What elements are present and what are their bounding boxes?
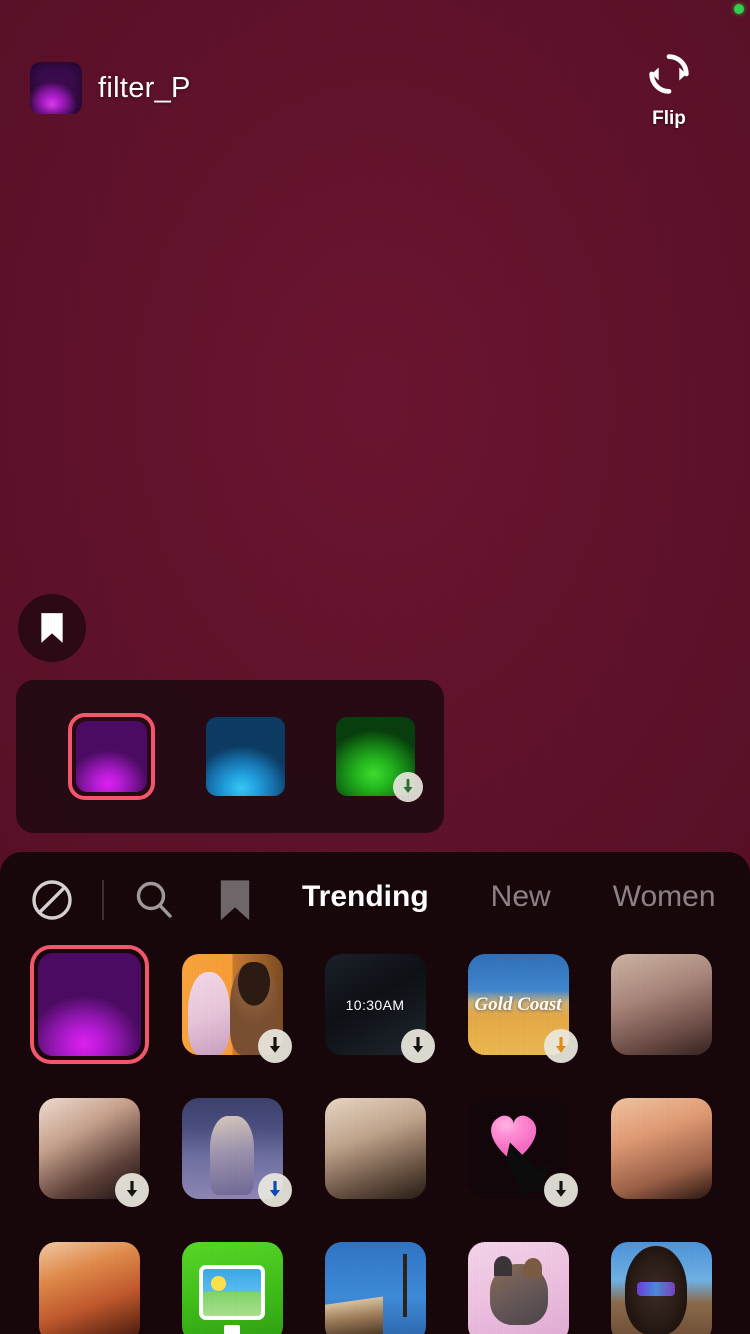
grid-cell: [161, 1098, 304, 1207]
filter-carousel[interactable]: [16, 680, 444, 833]
grid-cell: Gold Coast: [447, 954, 590, 1063]
carousel-item-blue-filter[interactable]: [206, 717, 285, 796]
filter-lake[interactable]: [181, 1098, 292, 1207]
filter-thumb: [467, 1242, 569, 1334]
grid-cell: [18, 945, 161, 1064]
filter-portrait-2[interactable]: [38, 1098, 149, 1207]
grid-cell: [304, 1242, 447, 1334]
filter-curly[interactable]: [610, 1242, 712, 1334]
grid-cell: [304, 1098, 447, 1199]
filter-palm[interactable]: [324, 1242, 426, 1334]
tab-new[interactable]: New: [491, 880, 551, 920]
grid-cell: [447, 1098, 590, 1207]
frame-stand: [223, 1324, 241, 1334]
filter-thumb: [324, 1242, 426, 1334]
current-filter-info[interactable]: filter_P: [30, 62, 191, 114]
filter-tabbar: Trending New Women: [0, 852, 750, 948]
filter-memoji[interactable]: [181, 954, 292, 1063]
download-badge[interactable]: [257, 1029, 292, 1063]
carousel-thumb: [76, 721, 147, 792]
filter-thumb: [37, 953, 141, 1056]
filter-thumb: [324, 1098, 426, 1199]
save-filter-button[interactable]: [18, 594, 86, 662]
filter-label-time: 10:30AM: [345, 996, 405, 1013]
camera-filter-screen: filter_P Flip Trending New Women 10:30AM…: [0, 0, 750, 1334]
filter-thumb: [610, 1098, 712, 1199]
download-badge[interactable]: [400, 1029, 435, 1063]
filter-browser-sheet: Trending New Women 10:30AM Gold Coast: [0, 852, 750, 1334]
filter-clock[interactable]: 10:30AM: [324, 954, 435, 1063]
download-badge[interactable]: [543, 1029, 578, 1063]
magnifier-icon: [136, 881, 172, 918]
tabbar-divider: [102, 880, 104, 920]
download-arrow-icon: [126, 1181, 137, 1197]
grid-cell: [161, 1242, 304, 1334]
filter-grid: 10:30AM Gold Coast: [0, 945, 750, 1334]
filter-thumb: [610, 954, 712, 1055]
tab-women[interactable]: Women: [613, 880, 716, 920]
download-arrow-icon: [555, 1181, 566, 1197]
filter-portrait-1[interactable]: [610, 954, 712, 1055]
category-tabs: Trending New Women: [302, 880, 750, 920]
download-arrow-icon: [555, 1037, 566, 1053]
carousel-item-green-filter[interactable]: [336, 717, 423, 802]
download-arrow-icon: [269, 1181, 280, 1197]
filter-label-goldcoast: Gold Coast: [474, 993, 562, 1015]
download-arrow-icon: [403, 779, 413, 793]
filter-purple[interactable]: [29, 945, 149, 1064]
tab-trending[interactable]: Trending: [302, 880, 429, 920]
carousel-thumb: [206, 717, 285, 796]
carousel-item-purple-filter[interactable]: [68, 713, 155, 800]
filter-cat[interactable]: [467, 1242, 569, 1334]
grid-cell: [447, 1242, 590, 1334]
grid-cell: [590, 1098, 733, 1199]
filter-goldcoast[interactable]: Gold Coast: [467, 954, 578, 1063]
top-header: filter_P Flip: [0, 0, 750, 150]
filter-thumb: [610, 1242, 712, 1334]
download-arrow-icon: [269, 1037, 280, 1053]
picture-frame-icon: [198, 1265, 266, 1320]
filter-photo[interactable]: [181, 1242, 283, 1334]
filter-name-label: filter_P: [98, 71, 191, 104]
flip-camera-button[interactable]: Flip: [615, 48, 723, 130]
prohibition-icon: [32, 880, 72, 920]
filter-portrait-4[interactable]: [610, 1098, 712, 1199]
flip-label: Flip: [652, 108, 686, 129]
grid-cell: [18, 1242, 161, 1334]
refresh-rotate-icon: [649, 54, 689, 94]
filter-thumb: [38, 1242, 140, 1334]
download-arrow-icon: [412, 1037, 423, 1053]
download-badge[interactable]: [543, 1173, 578, 1207]
bookmark-icon: [41, 613, 63, 643]
saved-filters-button[interactable]: [218, 879, 252, 921]
grid-cell: [18, 1098, 161, 1207]
filter-heart-tap[interactable]: [467, 1098, 578, 1207]
download-badge[interactable]: [393, 772, 423, 802]
filter-thumbnail-icon: [30, 62, 82, 114]
bookmark-icon: [220, 880, 250, 920]
download-badge[interactable]: [114, 1173, 149, 1207]
no-filter-button[interactable]: [30, 878, 74, 922]
grid-cell: [590, 954, 733, 1055]
search-button[interactable]: [132, 878, 176, 922]
grid-cell: 10:30AM: [304, 954, 447, 1063]
filter-redhair[interactable]: [38, 1242, 140, 1334]
filter-portrait-3[interactable]: [324, 1098, 426, 1199]
grid-cell: [590, 1242, 733, 1334]
grid-cell: [161, 954, 304, 1063]
filter-thumb: [181, 1242, 283, 1334]
download-badge[interactable]: [257, 1173, 292, 1207]
